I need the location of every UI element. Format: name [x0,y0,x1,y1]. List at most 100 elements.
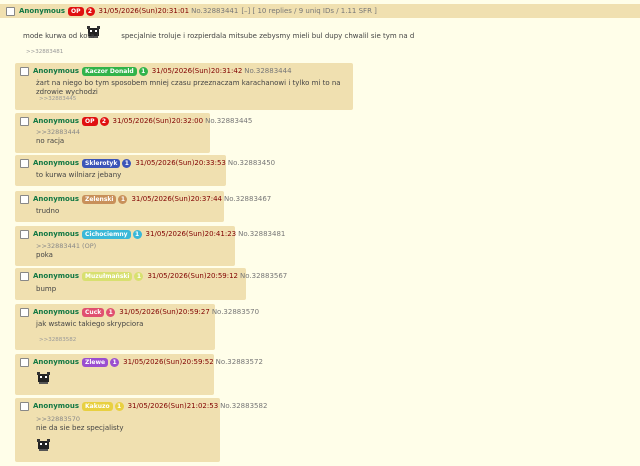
poster-id-tag[interactable]: Sklerotyk [82,158,121,168]
poster-id-tag[interactable]: Kakuzo [82,401,113,411]
select-checkbox[interactable] [20,158,29,168]
poster-id-tag[interactable]: Kaczor Donald [82,66,137,76]
thread-stats[interactable]: [–] [ 10 replies / 9 uniq IDs / 1.11 SFR… [241,5,377,17]
poster-name: Anonymous [33,308,80,316]
post-number-link[interactable]: No.32883445 [205,115,252,127]
poster-id-tag[interactable]: Zlewe [82,357,109,367]
poster-name: Anonymous [33,358,80,366]
quote-link[interactable]: >>32883570 [36,415,124,424]
reply-header: Anonymous OP 2 31/05/2026(Sun)20:32:00 N… [20,115,255,127]
reply-header: Anonymous Cichociemny 1 31/05/2026(Sun)2… [20,228,288,240]
post-count-badge: 1 [114,401,124,411]
post-number-link[interactable]: No.32883481 [238,228,285,240]
poster-id-tag[interactable]: Muzułmański [82,271,133,281]
post-count-badge: 1 [134,271,144,281]
post-datetime: 31/05/2026(Sun)21:02:53 [127,402,219,410]
post-text: jak wstawic takiego skrypciora [36,320,144,328]
op-post-header: Anonymous OP 2 31/05/2026(Sun)20:31:01 N… [6,5,377,17]
reply-post: Anonymous Kakuzo 1 31/05/2026(Sun)21:02:… [15,398,267,462]
reply-header: Anonymous Kaczor Donald 1 31/05/2026(Sun… [20,65,295,77]
post-datetime: 31/05/2026(Sun)20:31:01 [98,7,190,15]
select-checkbox[interactable] [20,116,29,126]
post-number-link[interactable]: No.32883567 [240,270,287,282]
post-datetime: 31/05/2026(Sun)20:59:27 [119,308,210,316]
post-count-badge: 1 [118,194,128,204]
post-count-badge: 1 [138,66,148,76]
reply-header: Anonymous Zelenski 1 31/05/2026(Sun)20:3… [20,193,274,205]
poster-name: Anonymous [33,402,80,410]
poster-id-tag[interactable]: OP [82,116,98,126]
poster-name: Anonymous [33,195,80,203]
select-checkbox[interactable] [20,357,29,367]
post-backlinks[interactable]: >>32883445 [39,96,76,102]
post-datetime: 31/05/2026(Sun)20:59:12 [147,272,239,280]
post-text: nie da sie bez specjalisty [36,424,124,432]
reply-post: Anonymous Muzułmański 1 31/05/2026(Sun)2… [15,268,287,300]
select-checkbox[interactable] [20,66,29,76]
quote-link[interactable]: >>32883441 (OP) [36,242,96,251]
poster-id-tag[interactable]: Cichociemny [82,229,131,239]
post-number-link[interactable]: No.32883450 [228,157,275,169]
post-count-badge: 2 [85,6,95,16]
reply-post: Anonymous Sklerotyk 1 31/05/2026(Sun)20:… [15,155,275,186]
poster-name: Anonymous [33,272,80,280]
poster-name: Anonymous [33,67,80,75]
post-thumbnail-image[interactable] [36,371,51,385]
select-checkbox[interactable] [20,307,29,317]
op-text-before: mode kurwa od kota i [23,32,99,40]
reply-header: Anonymous Zlewe 1 31/05/2026(Sun)20:59:5… [20,356,266,368]
post-body: >>32883444 no racja [36,128,80,146]
post-text: bump [36,285,57,293]
post-number-link[interactable]: No.32883570 [212,306,259,318]
op-post-header-bar: Anonymous OP 2 31/05/2026(Sun)20:31:01 N… [0,4,640,18]
post-datetime: 31/05/2026(Sun)20:33:53 [135,159,226,167]
poster-name: Anonymous [33,159,80,167]
poster-name: Anonymous [33,230,80,238]
post-number-link[interactable]: No.32883444 [244,65,291,77]
op-backlinks[interactable]: >>32883481 [26,49,63,55]
op-text-after: specjalnie troluje i rozpierdala mitsube… [121,32,415,40]
reply-post: Anonymous Kaczor Donald 1 31/05/2026(Sun… [15,63,353,110]
post-text: żart na niego bo tym sposobem mniej czas… [36,79,341,96]
post-datetime: 31/05/2026(Sun)20:37:44 [131,195,223,203]
post-datetime: 31/05/2026(Sun)20:59:52 [123,358,214,366]
select-checkbox[interactable] [20,194,29,204]
poster-name: Anonymous [33,117,80,125]
post-count-badge: 1 [122,158,132,168]
op-select-checkbox[interactable] [6,6,15,16]
post-number-link[interactable]: No.32883572 [216,356,263,368]
post-datetime: 31/05/2026(Sun)20:31:42 [151,67,243,75]
poster-name: Anonymous [19,7,66,15]
reply-post: Anonymous Zlewe 1 31/05/2026(Sun)20:59:5… [15,354,263,395]
op-post-text: mode kurwa od kota i specjalnie troluje … [23,32,414,41]
reply-post: Anonymous Cichociemny 1 31/05/2026(Sun)2… [15,226,285,266]
post-count-badge: 1 [106,307,116,317]
post-text: no racja [36,137,65,145]
reply-post: Anonymous OP 2 31/05/2026(Sun)20:32:00 N… [15,113,252,153]
reply-header: Anonymous Muzułmański 1 31/05/2026(Sun)2… [20,270,290,282]
post-number-link[interactable]: No.32883441 [191,5,238,17]
post-thumbnail-image[interactable] [36,438,51,452]
select-checkbox[interactable] [20,229,29,239]
reply-post: Anonymous Cuck 1 31/05/2026(Sun)20:59:27… [15,304,259,350]
post-datetime: 31/05/2026(Sun)20:41:23 [145,230,237,238]
poster-id-tag[interactable]: Cuck [82,307,105,317]
reply-header: Anonymous Kakuzo 1 31/05/2026(Sun)21:02:… [20,400,270,412]
post-body: >>32883441 (OP) poka [36,242,96,260]
poster-id-tag[interactable]: Zelenski [82,194,117,204]
quote-link[interactable]: >>32883444 [36,128,80,137]
post-number-link[interactable]: No.32883582 [220,400,267,412]
post-text: poka [36,251,53,259]
post-text: trudno [36,207,60,215]
select-checkbox[interactable] [20,401,29,411]
post-text: to kurwa wilniarz jebany [36,171,122,179]
post-count-badge: 2 [99,116,109,126]
post-backlinks[interactable]: >>32883582 [39,337,76,343]
post-datetime: 31/05/2026(Sun)20:32:00 [112,117,204,125]
reply-header: Anonymous Sklerotyk 1 31/05/2026(Sun)20:… [20,157,278,169]
poster-id-tag[interactable]: OP [68,6,84,16]
select-checkbox[interactable] [20,271,29,281]
post-number-link[interactable]: No.32883467 [224,193,271,205]
post-body: >>32883570 nie da sie bez specjalisty [36,415,124,433]
post-count-badge: 1 [132,229,142,239]
